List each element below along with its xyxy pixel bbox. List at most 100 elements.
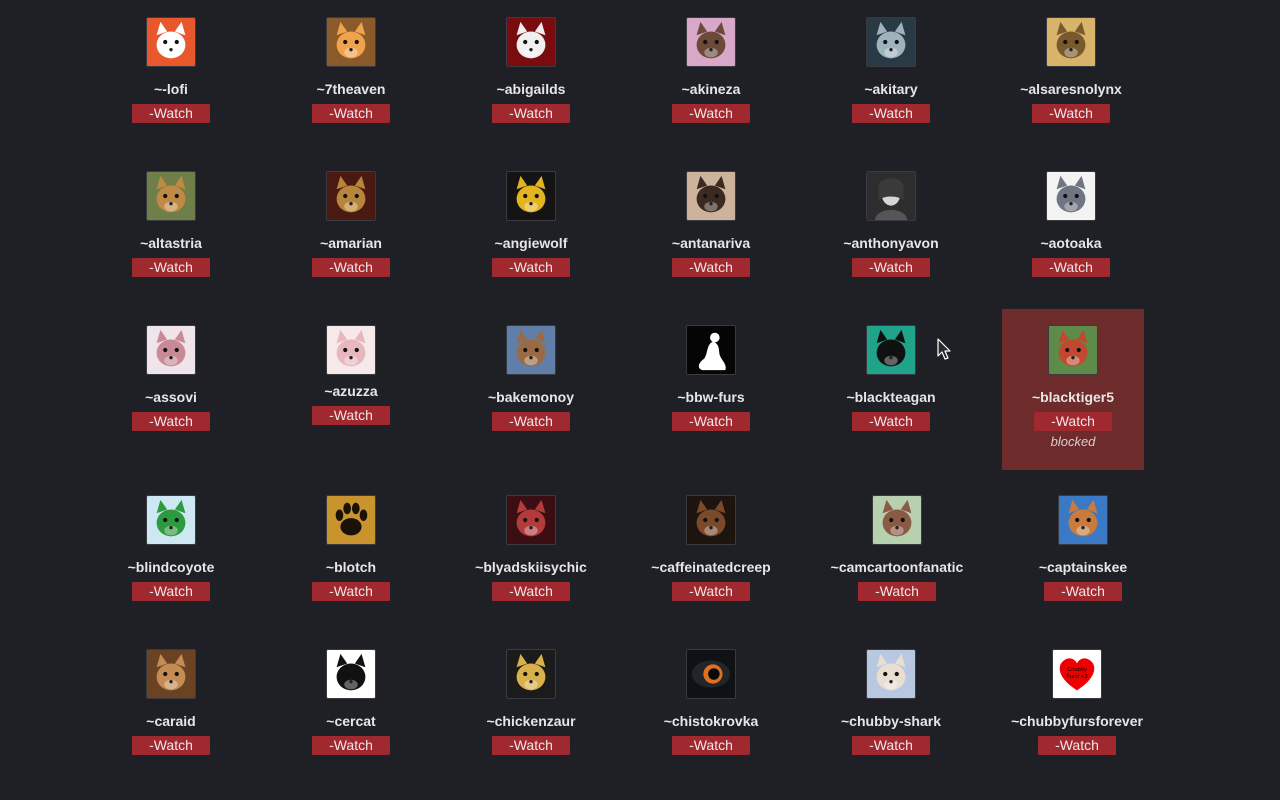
cartoon-bear-avatar-icon[interactable] xyxy=(872,495,922,545)
user-card[interactable]: ~7theaven -Watch xyxy=(280,17,422,123)
user-card[interactable]: ~bakemonoy -Watch xyxy=(460,325,602,431)
unwatch-button[interactable]: -Watch xyxy=(672,736,750,755)
user-card[interactable]: ~akitary -Watch xyxy=(820,17,962,123)
user-card[interactable]: ~bbw-furs -Watch xyxy=(640,325,782,431)
unwatch-button[interactable]: -Watch xyxy=(1034,412,1112,431)
username-link[interactable]: ~antanariva xyxy=(640,235,782,251)
unwatch-button[interactable]: -Watch xyxy=(132,104,210,123)
unwatch-button[interactable]: -Watch xyxy=(852,412,930,431)
unwatch-button[interactable]: -Watch xyxy=(312,104,390,123)
username-link[interactable]: ~captainskee xyxy=(1012,559,1154,575)
grey-wolf-avatar-icon[interactable] xyxy=(1046,171,1096,221)
unwatch-button[interactable]: -Watch xyxy=(312,582,390,601)
black-wolf-teal-bg-avatar-icon[interactable] xyxy=(866,325,916,375)
dark-dragon-avatar-icon[interactable] xyxy=(866,17,916,67)
username-link[interactable]: ~abigailds xyxy=(460,81,602,97)
pink-haired-fox-avatar-icon[interactable] xyxy=(146,325,196,375)
username-link[interactable]: ~assovi xyxy=(100,389,242,405)
username-link[interactable]: ~blyadskiisychic xyxy=(460,559,602,575)
user-card[interactable]: ~caffeinatedcreep -Watch xyxy=(640,495,782,601)
user-card[interactable]: ~blindcoyote -Watch xyxy=(100,495,242,601)
user-card[interactable]: ~azuzza -Watch xyxy=(280,325,422,425)
lion-avatar-icon[interactable] xyxy=(146,171,196,221)
username-link[interactable]: ~bbw-furs xyxy=(640,389,782,405)
user-card[interactable]: ~aotoaka -Watch xyxy=(1000,171,1142,277)
unwatch-button[interactable]: -Watch xyxy=(132,736,210,755)
white-cat-with-pipe-avatar-icon[interactable] xyxy=(146,17,196,67)
username-link[interactable]: ~akitary xyxy=(820,81,962,97)
white-silhouette-avatar-icon[interactable] xyxy=(686,325,736,375)
unwatch-button[interactable]: -Watch xyxy=(132,258,210,277)
username-link[interactable]: ~alsaresnolynx xyxy=(1000,81,1142,97)
sketch-cat-halo-avatar-icon[interactable] xyxy=(326,649,376,699)
user-card[interactable]: ~alsaresnolynx -Watch xyxy=(1000,17,1142,123)
user-card[interactable]: ~chickenzaur -Watch xyxy=(460,649,602,755)
eye-closeup-avatar-icon[interactable] xyxy=(686,649,736,699)
hand-drawn-coyote-avatar-icon[interactable] xyxy=(146,495,196,545)
username-link[interactable]: ~akineza xyxy=(640,81,782,97)
brown-lynx-avatar-icon[interactable] xyxy=(146,649,196,699)
user-card[interactable]: ~blyadskiisychic -Watch xyxy=(460,495,602,601)
armored-bird-avatar-icon[interactable] xyxy=(326,171,376,221)
unwatch-button[interactable]: -Watch xyxy=(1032,104,1110,123)
user-card[interactable]: ~captainskee -Watch xyxy=(1012,495,1154,601)
unwatch-button[interactable]: -Watch xyxy=(672,104,750,123)
username-link[interactable]: ~blacktiger5 xyxy=(1002,389,1144,405)
unwatch-button[interactable]: -Watch xyxy=(312,258,390,277)
unwatch-button[interactable]: -Watch xyxy=(1032,258,1110,277)
unwatch-button[interactable]: -Watch xyxy=(132,582,210,601)
username-link[interactable]: ~angiewolf xyxy=(460,235,602,251)
username-link[interactable]: ~cercat xyxy=(280,713,422,729)
yellow-bird-headphones-avatar-icon[interactable] xyxy=(506,649,556,699)
red-haired-character-avatar-icon[interactable] xyxy=(506,495,556,545)
user-card[interactable]: ~-lofi -Watch xyxy=(100,17,242,123)
unwatch-button[interactable]: -Watch xyxy=(492,104,570,123)
unwatch-button[interactable]: -Watch xyxy=(312,406,390,425)
white-wolf-red-bg-avatar-icon[interactable] xyxy=(506,17,556,67)
unwatch-button[interactable]: -Watch xyxy=(132,412,210,431)
user-card[interactable]: ~blotch -Watch xyxy=(280,495,422,601)
username-link[interactable]: ~aotoaka xyxy=(1000,235,1142,251)
username-link[interactable]: ~altastria xyxy=(100,235,242,251)
username-link[interactable]: ~caffeinatedcreep xyxy=(640,559,782,575)
dark-creature-avatar-icon[interactable] xyxy=(686,495,736,545)
username-link[interactable]: ~azuzza xyxy=(280,383,422,399)
paw-print-avatar-icon[interactable] xyxy=(326,495,376,545)
username-link[interactable]: ~camcartoonfanatic xyxy=(826,559,968,575)
username-link[interactable]: ~blackteagan xyxy=(820,389,962,405)
pink-creature-avatar-icon[interactable] xyxy=(686,17,736,67)
hyena-sunglasses-avatar-icon[interactable] xyxy=(1058,495,1108,545)
user-card[interactable]: ~assovi -Watch xyxy=(100,325,242,431)
user-card[interactable]: Chubby Furs! <3 ~chubbyfursforever -Watch xyxy=(1006,649,1148,755)
user-card[interactable]: ~antanariva -Watch xyxy=(640,171,782,277)
unwatch-button[interactable]: -Watch xyxy=(858,582,936,601)
user-card[interactable]: ~cercat -Watch xyxy=(280,649,422,755)
user-card[interactable]: ~chistokrovka -Watch xyxy=(640,649,782,755)
unwatch-button[interactable]: -Watch xyxy=(672,258,750,277)
unwatch-button[interactable]: -Watch xyxy=(492,412,570,431)
yellow-wolf-logo-avatar-icon[interactable] xyxy=(506,171,556,221)
user-card[interactable]: ~amarian -Watch xyxy=(280,171,422,277)
unwatch-button[interactable]: -Watch xyxy=(852,258,930,277)
unwatch-button[interactable]: -Watch xyxy=(852,104,930,123)
user-card[interactable]: ~akineza -Watch xyxy=(640,17,782,123)
username-link[interactable]: ~amarian xyxy=(280,235,422,251)
user-card[interactable]: ~abigailds -Watch xyxy=(460,17,602,123)
username-link[interactable]: ~chubby-shark xyxy=(820,713,962,729)
user-card[interactable]: ~anthonyavon -Watch xyxy=(820,171,962,277)
shark-avatar-icon[interactable] xyxy=(866,649,916,699)
unwatch-button[interactable]: -Watch xyxy=(492,258,570,277)
username-link[interactable]: ~7theaven xyxy=(280,81,422,97)
user-card[interactable]: ~angiewolf -Watch xyxy=(460,171,602,277)
user-card[interactable]: ~chubby-shark -Watch xyxy=(820,649,962,755)
lynx-avatar-icon[interactable] xyxy=(1046,17,1096,67)
bear-with-hat-avatar-icon[interactable] xyxy=(326,17,376,67)
username-link[interactable]: ~chubbyfursforever xyxy=(1006,713,1148,729)
username-link[interactable]: ~anthonyavon xyxy=(820,235,962,251)
user-card[interactable]: ~blacktiger5 -Watch blocked xyxy=(1002,309,1144,470)
username-link[interactable]: ~chistokrovka xyxy=(640,713,782,729)
unwatch-button[interactable]: -Watch xyxy=(1044,582,1122,601)
person-photo-avatar-icon[interactable] xyxy=(866,171,916,221)
unwatch-button[interactable]: -Watch xyxy=(672,582,750,601)
red-heart-avatar-icon[interactable]: Chubby Furs! <3 xyxy=(1052,649,1102,699)
